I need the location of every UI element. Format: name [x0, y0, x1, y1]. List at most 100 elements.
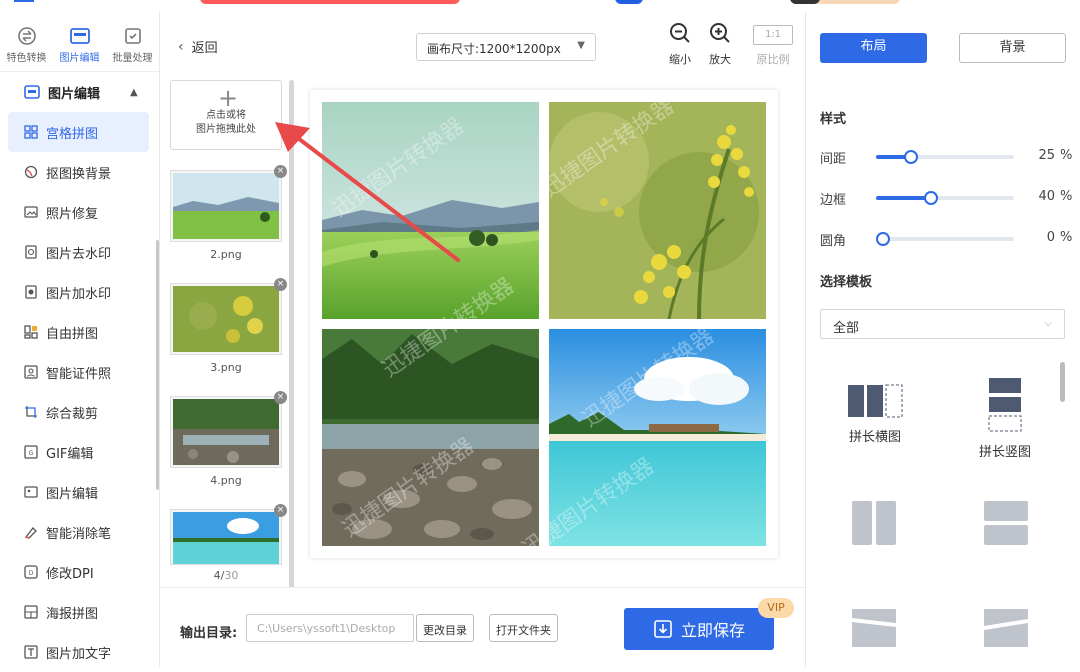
tab-batch-process[interactable]: 批量处理: [106, 12, 159, 71]
sidebar-item-label: 自由拼图: [46, 326, 99, 342]
spacing-slider[interactable]: [876, 150, 1014, 164]
poster-icon: [24, 605, 38, 619]
sidebar-item-poster-collage[interactable]: 海报拼图: [0, 592, 159, 632]
thumbnail-name: 2.png: [210, 248, 242, 261]
thumbnail-item[interactable]: ×: [170, 391, 287, 468]
app-logo: [14, 0, 34, 2]
thumbnail-item[interactable]: ×: [170, 278, 287, 355]
vip-banner-icon: [790, 0, 820, 4]
border-slider[interactable]: [876, 191, 1014, 205]
id-photo-icon: [24, 365, 38, 379]
user-avatar[interactable]: [615, 0, 643, 4]
back-label: 返回: [191, 41, 218, 56]
save-button[interactable]: 立即保存: [624, 608, 774, 650]
image-edit-section-icon: [24, 85, 40, 99]
sidebar-item-photo-repair[interactable]: 照片修复: [0, 192, 159, 232]
remove-watermark-icon: [25, 245, 37, 259]
beach-photo: [549, 329, 766, 546]
section-image-edit[interactable]: 图片编辑 ▲: [0, 72, 159, 112]
plus-icon: +: [218, 84, 239, 112]
original-ratio-button[interactable]: 1:1 原比例: [747, 22, 799, 67]
thumbnail-item[interactable]: ×: [170, 504, 287, 565]
canvas-size-select[interactable]: 画布尺寸:1200*1200px ▼: [416, 33, 596, 61]
section-title: 图片编辑: [48, 86, 101, 102]
sidebar-item-label: 海报拼图: [46, 606, 99, 622]
right-panel-scrollbar[interactable]: [1060, 362, 1065, 402]
template-long-vertical[interactable]: 拼长竖图: [950, 377, 1060, 460]
sidebar-item-crop[interactable]: 综合裁剪: [0, 392, 159, 432]
slider-label: 圆角: [820, 234, 847, 249]
sidebar-scrollbar[interactable]: [156, 240, 159, 490]
right-panel: 布局 背景 样式 间距 25 % 边框 40 % 圆角 0 % 选择模板 全部 …: [805, 12, 1080, 667]
slider-knob[interactable]: [876, 232, 890, 246]
sidebar-item-image-edit[interactable]: 图片编辑: [0, 472, 159, 512]
slider-unit: %: [1060, 189, 1073, 204]
sidebar-item-eraser[interactable]: 智能消除笔: [0, 512, 159, 552]
grid-icon: [24, 125, 38, 139]
collage-cell-beach[interactable]: [549, 329, 766, 546]
vip-badge: VIP: [758, 598, 794, 618]
template-two-column-icon[interactable]: [851, 500, 897, 546]
sidebar-item-add-text[interactable]: 图片加文字: [0, 632, 159, 672]
collage-cell-flowers[interactable]: [549, 102, 766, 319]
promo-banner[interactable]: [200, 0, 460, 4]
sidebar-item-remove-watermark[interactable]: 图片去水印: [0, 232, 159, 272]
slider-unit: %: [1060, 230, 1073, 245]
river-photo: [322, 329, 539, 546]
back-button[interactable]: ‹ 返回: [178, 37, 218, 57]
sidebar-item-add-watermark[interactable]: 图片加水印: [0, 272, 159, 312]
output-dir-input[interactable]: C:\Users\yssoft1\Desktop: [246, 614, 414, 642]
sidebar-item-label: 修改DPI: [46, 566, 94, 582]
image-edit-icon: [69, 28, 90, 44]
image-count: 4/30: [170, 569, 282, 582]
change-dir-button[interactable]: 更改目录: [416, 614, 474, 642]
tab-feature-convert[interactable]: 特色转换: [0, 12, 53, 71]
collage-cell-river[interactable]: [322, 329, 539, 546]
free-collage-icon: [24, 325, 38, 339]
radius-slider[interactable]: [876, 232, 1014, 246]
slider-value: 25: [1038, 148, 1055, 163]
remove-thumbnail-icon[interactable]: ×: [274, 504, 287, 517]
zoom-out-icon: [670, 23, 690, 43]
sidebar-item-gif-edit[interactable]: G GIF编辑: [0, 432, 159, 472]
output-dir-label: 输出目录:: [180, 626, 238, 641]
add-watermark-icon: [25, 285, 37, 299]
dpi-icon: D: [24, 565, 38, 579]
sidebar-item-label: 智能消除笔: [46, 526, 112, 542]
tab-background[interactable]: 背景: [959, 33, 1066, 63]
image-count-total: 30: [224, 569, 239, 582]
save-label: 立即保存: [680, 621, 745, 640]
slider-knob[interactable]: [924, 191, 938, 205]
sidebar-item-grid-collage[interactable]: 宫格拼图: [8, 112, 149, 152]
template-filter-select[interactable]: 全部 ⌵: [820, 309, 1065, 339]
tab-image-edit[interactable]: 图片编辑: [53, 12, 106, 71]
sidebar-item-cutout-background[interactable]: 抠图换背景: [0, 152, 159, 192]
thumbnail-item[interactable]: ×: [170, 165, 287, 242]
zoom-in-button[interactable]: 放大: [702, 22, 738, 67]
template-title: 选择模板: [820, 275, 873, 290]
chevron-down-icon: ⌵: [1044, 318, 1052, 329]
sidebar-item-dpi[interactable]: D 修改DPI: [0, 552, 159, 592]
annotation-arrow-icon: [275, 122, 460, 262]
remove-thumbnail-icon[interactable]: ×: [274, 391, 287, 404]
template-two-row-icon[interactable]: [983, 500, 1029, 546]
template-diagonal-down-icon[interactable]: [851, 608, 897, 648]
open-folder-button[interactable]: 打开文件夹: [489, 614, 558, 642]
canvas-toolbar: 画布尺寸:1200*1200px ▼ 缩小 放大 1:1 原比例: [300, 12, 805, 82]
tab-layout[interactable]: 布局: [820, 33, 927, 63]
template-long-horizontal[interactable]: 拼长横图: [820, 384, 930, 445]
sidebar-item-label: 宫格拼图: [46, 126, 99, 142]
template-vertical-icon: [988, 378, 1022, 432]
add-image-dropzone[interactable]: + 点击或将 图片拖拽此处: [170, 80, 282, 150]
eraser-icon: [24, 527, 37, 539]
thumbnail-panel: ‹ 返回 + 点击或将 图片拖拽此处 × 2.png × 3.png × 4.p…: [160, 12, 300, 590]
zoom-out-button[interactable]: 缩小: [662, 22, 698, 67]
remove-thumbnail-icon[interactable]: ×: [274, 278, 287, 291]
slider-knob[interactable]: [904, 150, 918, 164]
style-title: 样式: [820, 112, 847, 127]
template-diagonal-up-icon[interactable]: [983, 608, 1029, 648]
sidebar-item-free-collage[interactable]: 自由拼图: [0, 312, 159, 352]
ratio-label: 原比例: [756, 53, 790, 66]
batch-icon: [124, 28, 141, 44]
sidebar-item-id-photo[interactable]: 智能证件照: [0, 352, 159, 392]
